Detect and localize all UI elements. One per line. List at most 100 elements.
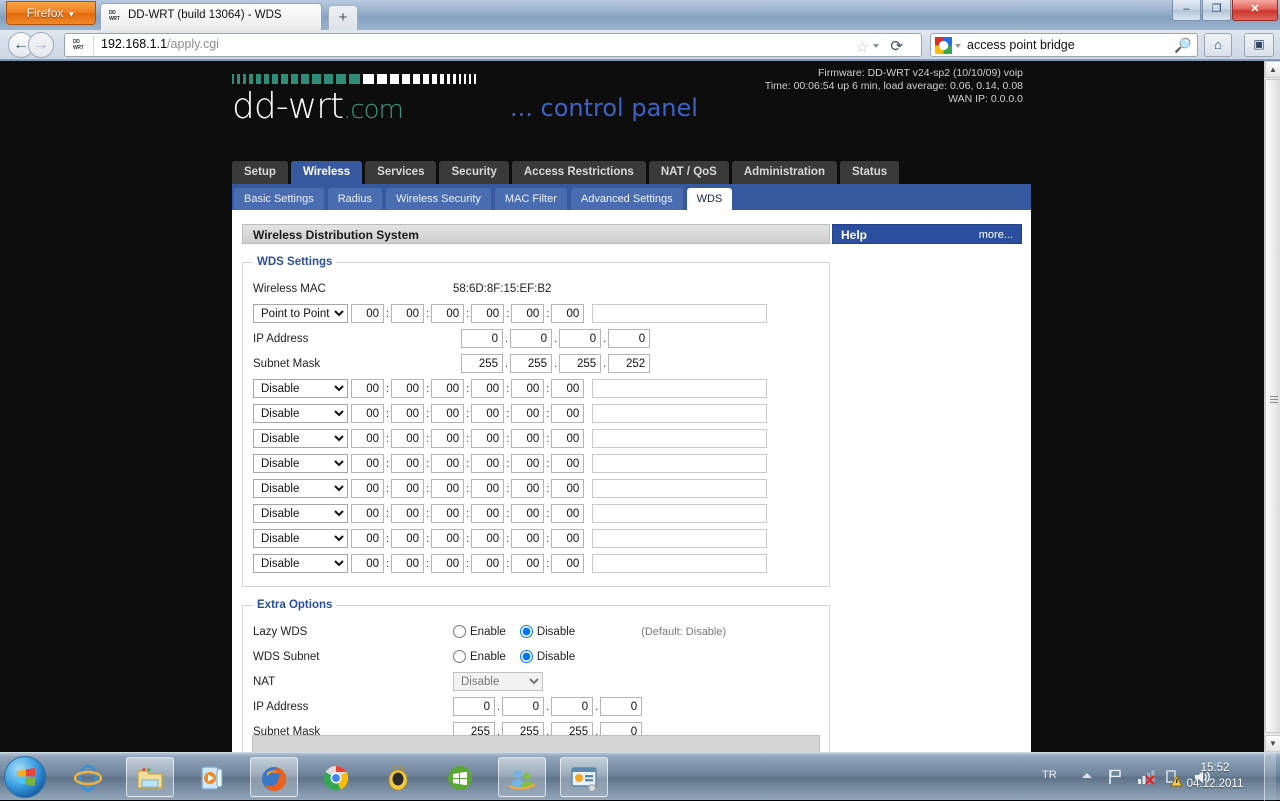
wds-mac-octet-r5-6[interactable] xyxy=(551,454,584,473)
main-tab-access-restrictions[interactable]: Access Restrictions xyxy=(512,161,646,184)
taskbar-item-firefox[interactable] xyxy=(250,757,298,797)
wds-mac-octet-r1-2[interactable] xyxy=(391,304,424,323)
sub-tab-wireless-security[interactable]: Wireless Security xyxy=(386,188,491,210)
wds-mac-octet-r1-4[interactable] xyxy=(471,304,504,323)
wds-mode-select-3[interactable]: DisablePoint to PointLAN xyxy=(253,404,348,423)
wds-ip-octet-1[interactable] xyxy=(461,329,503,348)
wds-ip-octet-3[interactable] xyxy=(559,329,601,348)
wds-mac-octet-r4-1[interactable] xyxy=(351,429,384,448)
wds-mac-octet-r6-1[interactable] xyxy=(351,479,384,498)
wds-mac-octet-r3-4[interactable] xyxy=(471,404,504,423)
wds-mac-octet-r2-3[interactable] xyxy=(431,379,464,398)
extra-ip-octet-4[interactable] xyxy=(600,697,642,716)
search-input-value[interactable]: access point bridge xyxy=(967,38,1075,52)
wds-mac-octet-r8-3[interactable] xyxy=(431,529,464,548)
wds-peer-name-8[interactable] xyxy=(592,529,767,548)
search-icon[interactable]: 🔍 xyxy=(1174,37,1191,54)
taskbar-item-internet-explorer[interactable] xyxy=(64,757,112,797)
help-more-link[interactable]: more... xyxy=(979,225,1013,243)
wds-mac-octet-r8-5[interactable] xyxy=(511,529,544,548)
scroll-up-arrow-icon[interactable]: ▲ xyxy=(1265,61,1280,78)
wds-mac-octet-r5-5[interactable] xyxy=(511,454,544,473)
forward-button[interactable]: → xyxy=(28,32,54,58)
wds-ip-octet-4[interactable] xyxy=(608,329,650,348)
wds-mac-octet-r6-5[interactable] xyxy=(511,479,544,498)
sub-tab-advanced-settings[interactable]: Advanced Settings xyxy=(571,188,683,210)
wds-mac-octet-r2-1[interactable] xyxy=(351,379,384,398)
taskbar-item-windows-app[interactable] xyxy=(436,757,484,797)
wds-mac-octet-r9-3[interactable] xyxy=(431,554,464,573)
wds-mac-octet-r1-5[interactable] xyxy=(511,304,544,323)
sub-tab-basic-settings[interactable]: Basic Settings xyxy=(234,188,324,210)
main-tab-security[interactable]: Security xyxy=(439,161,508,184)
network-error-icon[interactable] xyxy=(1136,767,1156,787)
show-desktop-button[interactable] xyxy=(1264,753,1276,801)
main-tab-administration[interactable]: Administration xyxy=(732,161,837,184)
wds-mac-octet-r7-4[interactable] xyxy=(471,504,504,523)
wds-mac-octet-r9-1[interactable] xyxy=(351,554,384,573)
wds-mac-octet-r3-5[interactable] xyxy=(511,404,544,423)
wds-peer-name-3[interactable] xyxy=(592,404,767,423)
wds-mac-octet-r7-1[interactable] xyxy=(351,504,384,523)
wds-mask-octet-1[interactable] xyxy=(461,354,503,373)
extra-ip-octet-1[interactable] xyxy=(453,697,495,716)
taskbar-item-control-panel-app[interactable] xyxy=(560,757,608,797)
lazy-wds-enable-option[interactable]: Enable xyxy=(453,625,506,638)
wds-mac-octet-r5-4[interactable] xyxy=(471,454,504,473)
wds-mode-select-8[interactable]: DisablePoint to PointLAN xyxy=(253,529,348,548)
sub-tab-mac-filter[interactable]: MAC Filter xyxy=(495,188,567,210)
wds-mode-select-1[interactable]: DisablePoint to PointLAN xyxy=(253,304,348,323)
new-tab-button[interactable]: + xyxy=(328,5,358,30)
wds-mac-octet-r4-4[interactable] xyxy=(471,429,504,448)
taskbar-item-file-explorer[interactable] xyxy=(126,757,174,797)
scrollbar-thumb[interactable] xyxy=(1265,79,1280,733)
wds-mac-octet-r1-6[interactable] xyxy=(551,304,584,323)
wds-mac-octet-r3-2[interactable] xyxy=(391,404,424,423)
scroll-down-arrow-icon[interactable]: ▼ xyxy=(1265,735,1280,752)
wds-peer-name-4[interactable] xyxy=(592,429,767,448)
nat-select[interactable]: DisableEnable xyxy=(453,672,543,691)
wds-subnet-disable-radio[interactable] xyxy=(520,650,533,663)
wds-peer-name-5[interactable] xyxy=(592,454,767,473)
wds-mac-octet-r8-6[interactable] xyxy=(551,529,584,548)
wds-mode-select-2[interactable]: DisablePoint to PointLAN xyxy=(253,379,348,398)
wds-mac-octet-r7-3[interactable] xyxy=(431,504,464,523)
wds-mac-octet-r9-2[interactable] xyxy=(391,554,424,573)
lazy-wds-enable-radio[interactable] xyxy=(453,625,466,638)
wds-mac-octet-r4-5[interactable] xyxy=(511,429,544,448)
bookmark-star-icon[interactable]: ☆ xyxy=(856,38,869,56)
chevron-down-icon[interactable] xyxy=(873,44,879,48)
wds-mask-octet-2[interactable] xyxy=(510,354,552,373)
wds-mac-octet-r6-6[interactable] xyxy=(551,479,584,498)
wds-mac-octet-r6-4[interactable] xyxy=(471,479,504,498)
wds-mac-octet-r9-5[interactable] xyxy=(511,554,544,573)
wds-mode-select-4[interactable]: DisablePoint to PointLAN xyxy=(253,429,348,448)
wds-mac-octet-r4-6[interactable] xyxy=(551,429,584,448)
wds-mode-select-5[interactable]: DisablePoint to PointLAN xyxy=(253,454,348,473)
search-bar[interactable]: access point bridge 🔍 xyxy=(930,33,1198,57)
main-tab-wireless[interactable]: Wireless xyxy=(291,161,362,184)
start-button[interactable] xyxy=(4,756,46,798)
wds-peer-name-1[interactable] xyxy=(592,304,767,323)
lazy-wds-disable-option[interactable]: Disable xyxy=(520,625,575,638)
wds-mode-select-6[interactable]: DisablePoint to PointLAN xyxy=(253,479,348,498)
wds-mac-octet-r7-5[interactable] xyxy=(511,504,544,523)
wds-mac-octet-r5-1[interactable] xyxy=(351,454,384,473)
wds-peer-name-7[interactable] xyxy=(592,504,767,523)
show-hidden-icons-arrow[interactable] xyxy=(1082,773,1092,778)
main-tab-services[interactable]: Services xyxy=(365,161,436,184)
firefox-menu-button[interactable]: Firefox▼ xyxy=(6,1,96,25)
wds-mode-select-9[interactable]: DisablePoint to PointLAN xyxy=(253,554,348,573)
maximize-button[interactable]: ❐ xyxy=(1202,0,1231,21)
wds-mac-octet-r5-3[interactable] xyxy=(431,454,464,473)
search-engine-chevron-icon[interactable] xyxy=(955,44,961,48)
wds-mac-octet-r4-2[interactable] xyxy=(391,429,424,448)
wds-mac-octet-r9-4[interactable] xyxy=(471,554,504,573)
wds-subnet-enable-option[interactable]: Enable xyxy=(453,650,506,663)
wds-mac-octet-r2-2[interactable] xyxy=(391,379,424,398)
taskbar-item-media-player[interactable] xyxy=(188,757,236,797)
language-indicator[interactable]: TR xyxy=(1042,769,1057,781)
home-button[interactable]: ⌂ xyxy=(1204,33,1232,57)
wds-mask-octet-4[interactable] xyxy=(608,354,650,373)
main-tab-setup[interactable]: Setup xyxy=(232,161,288,184)
